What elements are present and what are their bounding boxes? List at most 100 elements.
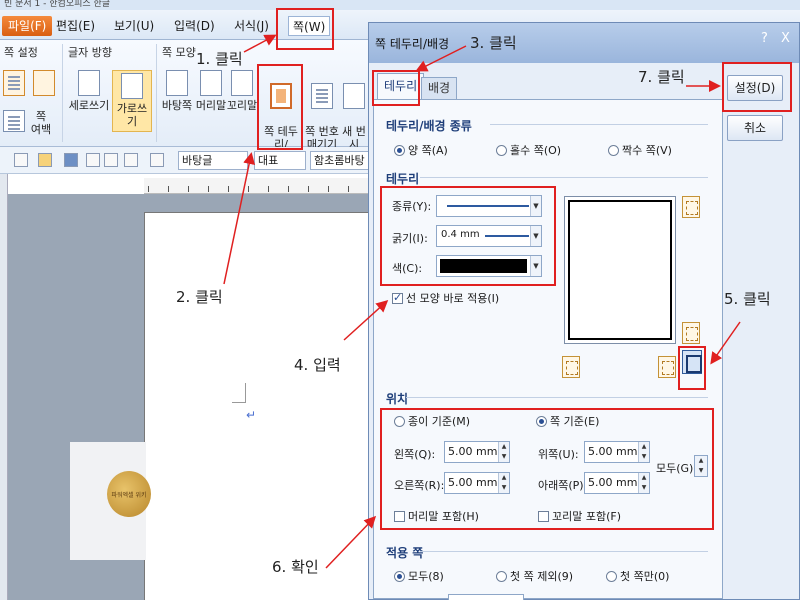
watermark-area: 파워엑셀 위키	[70, 442, 151, 560]
document-page[interactable]	[144, 212, 370, 600]
kind-both-label: 양 쪽(A)	[408, 144, 448, 157]
border-section-title: 테두리	[386, 172, 420, 186]
page-orientation-button[interactable]	[32, 70, 56, 99]
checkbox-indicator	[392, 291, 403, 304]
apply-all-radio[interactable]: 모두(8)	[394, 568, 444, 584]
footer-icon	[231, 70, 253, 96]
horizontal-writing-button[interactable]: 가로쓰기	[112, 70, 152, 132]
undo-icon[interactable]	[124, 153, 138, 167]
new-number-button[interactable]: 새 번 시	[340, 70, 368, 151]
header-label: 머리말	[195, 99, 227, 112]
print-icon[interactable]	[86, 153, 100, 167]
style-select[interactable]: 바탕글	[178, 151, 248, 170]
border-preview	[564, 196, 676, 344]
page-margin-button[interactable]: 쪽 여백	[26, 110, 56, 136]
horizontal-writing-label: 가로쓰기	[116, 102, 148, 128]
page-layout-button[interactable]	[3, 110, 25, 135]
top-border-icon[interactable]	[682, 196, 700, 218]
horizontal-text-icon	[121, 73, 143, 99]
new-number-icon	[343, 83, 365, 109]
apply-except-first-radio[interactable]: 첫 쪽 제외(9)	[496, 568, 573, 584]
footer-button[interactable]: 꼬리말	[226, 70, 258, 112]
section-divider	[406, 397, 708, 398]
kind-odd-radio[interactable]: 홀수 쪽(O)	[496, 142, 561, 158]
highlight-border-settings	[380, 186, 556, 286]
paragraph-mark-icon: ↵	[246, 408, 257, 422]
font-name-select[interactable]: 함초롬바탕	[310, 151, 370, 170]
highlight-border-tab	[372, 70, 420, 106]
ribbon-divider	[62, 44, 63, 142]
document-icon	[3, 70, 25, 96]
highlight-set-button	[722, 62, 792, 112]
dialog-title-bar: 쪽 테두리/배경 ? X	[369, 23, 799, 63]
background-page-label: 바탕쪽	[161, 99, 193, 112]
margin-corner-mark	[232, 383, 246, 403]
redo-icon[interactable]	[150, 153, 164, 167]
section-divider	[420, 177, 708, 178]
left-border-icon[interactable]	[562, 356, 580, 378]
vertical-ruler	[0, 174, 8, 600]
highlight-all-borders	[678, 346, 706, 390]
kind-even-radio[interactable]: 짝수 쪽(V)	[608, 142, 672, 158]
apply-except-first-label: 첫 쪽 제외(9)	[510, 570, 574, 583]
apply-all-label: 모두(8)	[408, 570, 444, 583]
page-number-icon	[311, 83, 333, 109]
menu-file[interactable]: 파일(F)	[2, 16, 53, 36]
preview-icon[interactable]	[104, 153, 118, 167]
annotation-step-5: 5. 클릭	[724, 290, 771, 308]
vertical-text-icon	[78, 70, 100, 96]
page-setup-button[interactable]	[3, 70, 25, 99]
menu-view[interactable]: 보기(U)	[110, 16, 158, 36]
kind-both-radio[interactable]: 양 쪽(A)	[394, 142, 448, 158]
position-section-title: 위치	[386, 392, 409, 406]
apply-first-only-radio[interactable]: 첫 쪽만(0)	[606, 568, 669, 584]
annotation-step-7: 7. 클릭	[638, 68, 685, 86]
horizontal-ruler	[144, 178, 370, 194]
annotation-step-3: 3. 클릭	[470, 34, 517, 52]
bottom-border-icon[interactable]	[682, 322, 700, 344]
group-page-setup-title: 쪽 설정	[4, 46, 38, 59]
vertical-writing-label: 세로쓰기	[68, 99, 110, 112]
menu-format[interactable]: 서식(J)	[230, 16, 273, 36]
open-folder-icon[interactable]	[38, 153, 52, 167]
tab-background[interactable]: 배경	[421, 77, 458, 99]
formatting-toolbar: 바탕글 대표 함초롬바탕	[0, 147, 370, 174]
apply-option-field[interactable]	[448, 594, 524, 600]
radio-indicator	[394, 144, 405, 156]
ribbon: 쪽 설정 쪽 여백 글자 방향 세로쓰기 가로쓰기 쪽 모양 바탕쪽 머리말 꼬…	[0, 40, 370, 164]
group-page-shape-title: 쪽 모양	[162, 46, 196, 59]
radio-indicator	[606, 570, 617, 582]
apply-first-only-label: 첫 쪽만(0)	[620, 570, 670, 583]
new-document-icon[interactable]	[14, 153, 28, 167]
vertical-writing-button[interactable]: 세로쓰기	[68, 70, 110, 112]
annotation-step-1: 1. 클릭	[196, 50, 243, 68]
menu-input[interactable]: 입력(D)	[170, 16, 219, 36]
radio-indicator	[394, 570, 405, 582]
wiki-stamp-logo: 파워엑셀 위키	[107, 471, 151, 517]
page-number-button[interactable]: 쪽 번호 매기기	[304, 70, 340, 151]
highlight-border-button	[257, 64, 303, 150]
apply-line-checkbox[interactable]: 선 모양 바로 적용(I)	[392, 290, 499, 306]
right-border-icon[interactable]	[658, 356, 676, 378]
radio-indicator	[496, 144, 507, 156]
kind-even-label: 짝수 쪽(V)	[622, 144, 672, 157]
section-divider	[490, 124, 708, 125]
highlight-position-settings	[380, 408, 714, 530]
radio-indicator	[608, 144, 619, 156]
annotation-step-2: 2. 클릭	[176, 288, 223, 306]
footer-label: 꼬리말	[226, 99, 258, 112]
header-icon	[200, 70, 222, 96]
menu-edit[interactable]: 편집(E)	[52, 16, 99, 36]
cancel-button[interactable]: 취소	[727, 115, 783, 141]
page-icon	[33, 70, 55, 96]
header-button[interactable]: 머리말	[194, 70, 228, 112]
annotation-step-4: 4. 입력	[294, 356, 341, 374]
font-language-select[interactable]: 대표	[254, 151, 306, 170]
kind-odd-label: 홀수 쪽(O)	[510, 144, 562, 157]
radio-indicator	[496, 570, 507, 582]
help-icon[interactable]: ?	[761, 31, 768, 46]
save-icon[interactable]	[64, 153, 78, 167]
close-icon[interactable]: X	[781, 31, 790, 46]
window-title: 빈 문서 1 - 한컴오피스 한글	[0, 0, 800, 10]
background-page-button[interactable]: 바탕쪽	[160, 70, 194, 112]
